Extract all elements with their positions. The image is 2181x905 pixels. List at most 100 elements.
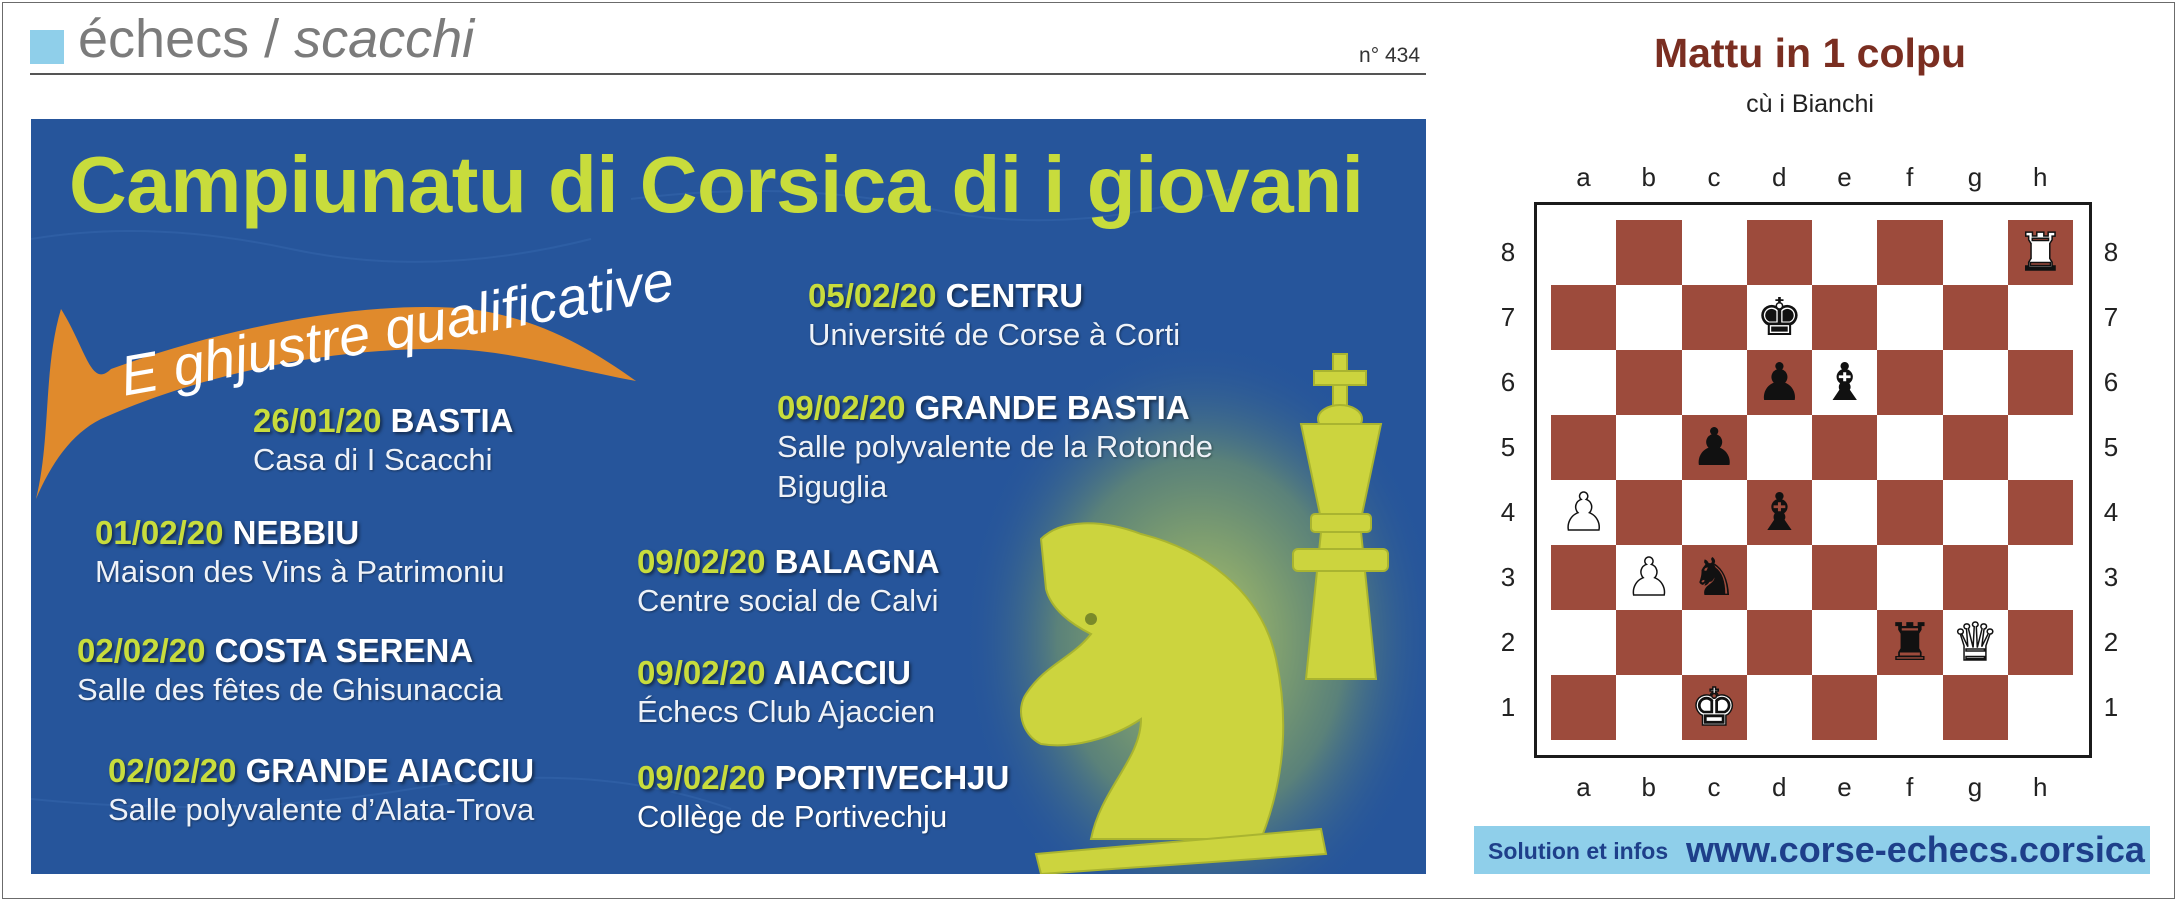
square-e5[interactable] <box>1812 415 1878 480</box>
square-b3[interactable]: ♟ <box>1616 545 1682 610</box>
square-a7[interactable] <box>1551 285 1617 350</box>
square-d6[interactable]: ♟ <box>1746 350 1812 415</box>
square-f5[interactable] <box>1877 415 1943 480</box>
black-pawn-icon[interactable]: ♟ <box>1691 422 1738 474</box>
square-h2[interactable] <box>2007 610 2073 675</box>
black-pawn-icon[interactable]: ♟ <box>1756 357 1803 409</box>
square-d1[interactable] <box>1746 675 1812 740</box>
square-f1[interactable] <box>1877 675 1943 740</box>
square-c4[interactable] <box>1681 480 1747 545</box>
solution-link[interactable]: www.corse-echecs.corsica <box>1686 829 2145 871</box>
square-e8[interactable] <box>1812 220 1878 285</box>
header-divider <box>30 73 1426 75</box>
black-knight-icon[interactable]: ♞ <box>1691 552 1738 604</box>
event-item: 01/02/20 NEBBIU Maison des Vins à Patrim… <box>95 514 505 592</box>
rank-label: 7 <box>2103 302 2119 332</box>
square-e3[interactable] <box>1812 545 1878 610</box>
square-c6[interactable] <box>1681 350 1747 415</box>
square-b6[interactable] <box>1616 350 1682 415</box>
square-e6[interactable]: ♝ <box>1812 350 1878 415</box>
square-b8[interactable] <box>1616 220 1682 285</box>
square-f2[interactable]: ♜ <box>1877 610 1943 675</box>
square-d2[interactable] <box>1746 610 1812 675</box>
event-location: Université de Corse à Corti <box>808 317 1181 352</box>
rank-label: 3 <box>2103 562 2119 592</box>
white-queen-icon[interactable]: ♛ <box>1951 616 1999 670</box>
square-h1[interactable] <box>2007 675 2073 740</box>
square-c8[interactable] <box>1681 220 1747 285</box>
square-c3[interactable]: ♞ <box>1681 545 1747 610</box>
square-b5[interactable] <box>1616 415 1682 480</box>
rank-label: 8 <box>1500 237 1516 267</box>
rank-label: 3 <box>1500 562 1516 592</box>
event-item: 02/02/20 COSTA SERENA Salle des fêtes de… <box>77 632 503 710</box>
square-a6[interactable] <box>1551 350 1617 415</box>
square-d5[interactable] <box>1746 415 1812 480</box>
black-king-icon[interactable]: ♚ <box>1756 292 1803 344</box>
square-b4[interactable] <box>1616 480 1682 545</box>
square-f8[interactable] <box>1877 220 1943 285</box>
square-e1[interactable] <box>1812 675 1878 740</box>
square-f4[interactable] <box>1877 480 1943 545</box>
square-a1[interactable] <box>1551 675 1617 740</box>
square-d4[interactable]: ♝ <box>1746 480 1812 545</box>
square-g4[interactable] <box>1942 480 2008 545</box>
square-h6[interactable] <box>2007 350 2073 415</box>
square-d7[interactable]: ♚ <box>1746 285 1812 350</box>
square-e4[interactable] <box>1812 480 1878 545</box>
square-b7[interactable] <box>1616 285 1682 350</box>
square-f6[interactable] <box>1877 350 1943 415</box>
rank-label: 7 <box>1500 302 1516 332</box>
event-item: 26/01/20 BASTIA Casa di I Scacchi <box>253 402 513 480</box>
square-f3[interactable] <box>1877 545 1943 610</box>
file-label: f <box>1906 772 1914 802</box>
white-king-icon[interactable]: ♚ <box>1690 681 1738 735</box>
square-c5[interactable]: ♟ <box>1681 415 1747 480</box>
square-h8[interactable]: ♜ <box>2007 220 2073 285</box>
square-h3[interactable] <box>2007 545 2073 610</box>
event-date: 09/02/20 <box>637 759 766 796</box>
square-h7[interactable] <box>2007 285 2073 350</box>
square-a2[interactable] <box>1551 610 1617 675</box>
white-pawn-icon[interactable]: ♟ <box>1560 486 1608 540</box>
square-e2[interactable] <box>1812 610 1878 675</box>
square-g7[interactable] <box>1942 285 2008 350</box>
square-a8[interactable] <box>1551 220 1617 285</box>
event-name: GRANDE BASTIA <box>914 389 1190 426</box>
square-a5[interactable] <box>1551 415 1617 480</box>
rank-label: 6 <box>2103 367 2119 397</box>
event-date: 09/02/20 <box>777 389 906 426</box>
square-e7[interactable] <box>1812 285 1878 350</box>
square-a4[interactable]: ♟ <box>1551 480 1617 545</box>
rank-label: 6 <box>1500 367 1516 397</box>
chess-board: ♜ ♚ ♟ ♝ ♟ ♟ ♝ ♟ ♞ ♜ ♛ ♚ <box>1551 220 2073 740</box>
square-g3[interactable] <box>1942 545 2008 610</box>
square-b2[interactable] <box>1616 610 1682 675</box>
white-pawn-icon[interactable]: ♟ <box>1625 551 1673 605</box>
square-c1[interactable]: ♚ <box>1681 675 1747 740</box>
square-a3[interactable] <box>1551 545 1617 610</box>
rank-label: 4 <box>1500 497 1516 527</box>
square-g2[interactable]: ♛ <box>1942 610 2008 675</box>
square-d3[interactable] <box>1746 545 1812 610</box>
square-g8[interactable] <box>1942 220 2008 285</box>
square-g6[interactable] <box>1942 350 2008 415</box>
black-bishop-icon[interactable]: ♝ <box>1821 357 1868 409</box>
event-item: 05/02/20 CENTRU Université de Corse à Co… <box>808 277 1180 355</box>
square-h5[interactable] <box>2007 415 2073 480</box>
file-label: a <box>1576 162 1591 192</box>
black-bishop-icon[interactable]: ♝ <box>1756 487 1803 539</box>
square-d8[interactable] <box>1746 220 1812 285</box>
square-c7[interactable] <box>1681 285 1747 350</box>
square-h4[interactable] <box>2007 480 2073 545</box>
black-rook-icon[interactable]: ♜ <box>1887 617 1934 669</box>
white-rook-icon[interactable]: ♜ <box>2016 226 2064 280</box>
file-label: g <box>1967 772 1983 802</box>
square-g1[interactable] <box>1942 675 2008 740</box>
event-name: NEBBIU <box>232 514 360 551</box>
square-g5[interactable] <box>1942 415 2008 480</box>
square-c2[interactable] <box>1681 610 1747 675</box>
square-f7[interactable] <box>1877 285 1943 350</box>
event-name: COSTA SERENA <box>214 632 474 669</box>
square-b1[interactable] <box>1616 675 1682 740</box>
